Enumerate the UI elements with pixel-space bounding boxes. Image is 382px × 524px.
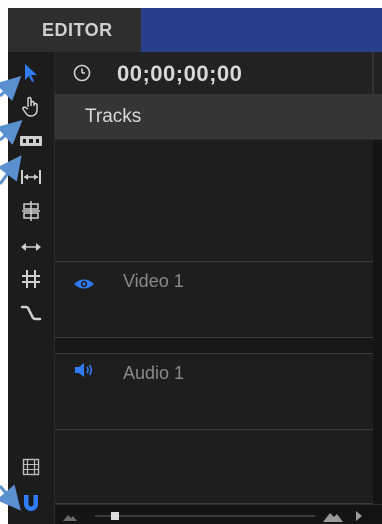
tools-toolbar (8, 52, 55, 524)
zoom-out-mountain-icon[interactable] (63, 513, 77, 521)
tracks-header-label: Tracks (85, 106, 142, 127)
scrollbar-track (95, 515, 315, 517)
track-label-video-1: Video 1 (123, 271, 184, 291)
editor-window: EDITOR 00;00;00;00 Tracks Video 1 Audio … (8, 8, 382, 524)
link-tool-button[interactable] (14, 298, 48, 328)
empty-track-area (55, 140, 373, 262)
panel-divider (372, 52, 374, 94)
rate-stretch-tool-icon (21, 243, 41, 251)
timecode-row: 00;00;00;00 (55, 52, 382, 95)
timeline-panel: 00;00;00;00 Tracks Video 1 Audio 1 (55, 52, 382, 524)
filmstrip-tool-button[interactable] (14, 452, 48, 482)
track-audio-1[interactable]: Audio 1 (55, 354, 373, 430)
editor-header-bar: EDITOR (8, 8, 382, 52)
play-triangle-icon[interactable] (355, 510, 363, 522)
right-gutter (373, 140, 382, 504)
track-separator (55, 338, 373, 354)
snap-magnet-button[interactable] (14, 488, 48, 518)
scrollbar-thumb[interactable] (111, 512, 119, 520)
track-label-audio-1: Audio 1 (123, 363, 185, 383)
playhead-timecode[interactable]: 00;00;00;00 (117, 61, 242, 87)
ripple-edit-tool-button[interactable] (14, 126, 48, 156)
zoom-in-mountain-icon[interactable] (323, 510, 343, 522)
razor-tool-icon (22, 270, 40, 288)
eye-icon[interactable] (73, 274, 95, 294)
snap-magnet-icon (24, 495, 38, 511)
track-video-1[interactable]: Video 1 (55, 262, 373, 338)
speaker-icon[interactable] (73, 360, 95, 380)
horizontal-scrollbar[interactable] (55, 504, 382, 524)
empty-track-area-bottom (55, 430, 373, 504)
clock-icon (73, 64, 91, 82)
select-tool-button[interactable] (14, 58, 48, 88)
select-tool-icon (25, 64, 37, 82)
slide-tool-icon (22, 201, 40, 221)
slide-tool-button[interactable] (14, 196, 48, 226)
hand-tool-icon (22, 96, 38, 117)
rate-stretch-tool-button[interactable] (14, 232, 48, 262)
editor-tab[interactable]: EDITOR (8, 8, 141, 52)
rolling-edit-tool-button[interactable] (14, 162, 48, 192)
tracks-header: Tracks (55, 94, 382, 140)
ripple-tool-icon (20, 136, 42, 146)
filmstrip-icon (22, 458, 40, 476)
hand-tool-button[interactable] (14, 92, 48, 122)
razor-tool-button[interactable] (14, 264, 48, 294)
slip-tool-icon (21, 170, 41, 184)
link-tool-icon (20, 305, 42, 321)
